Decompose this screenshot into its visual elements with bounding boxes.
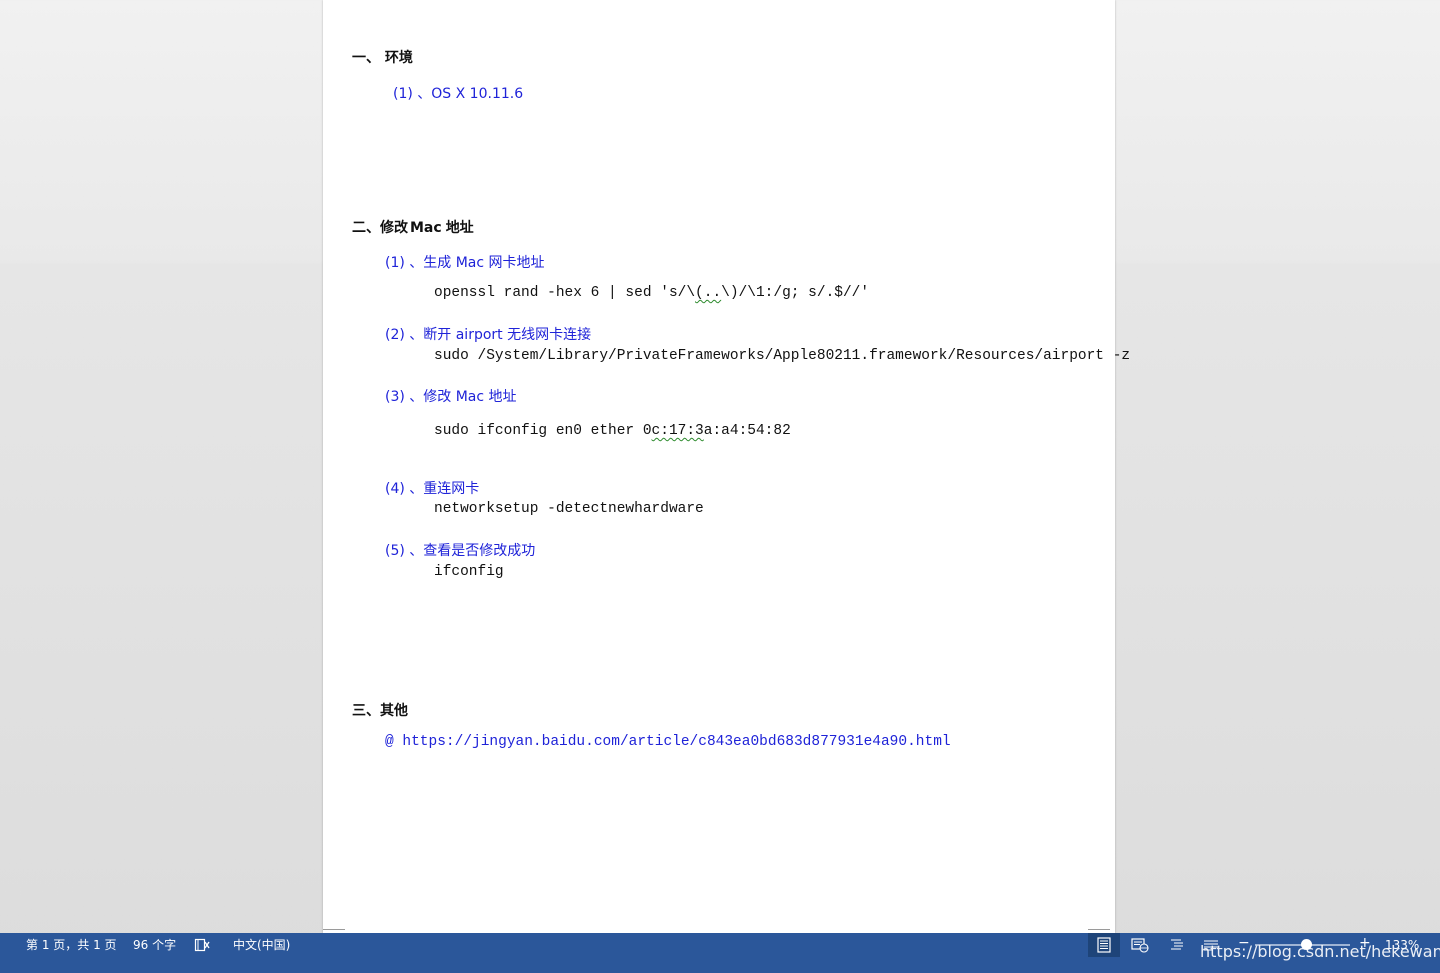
- step3-command: sudo ifconfig en0 ether 0c:17:3a:a4:54:8…: [434, 422, 791, 440]
- step2-title: (2) 、断开 airport 无线网卡连接: [385, 327, 592, 343]
- step4-command: networksetup -detectnewhardware: [434, 501, 704, 517]
- step1-command-part-b: \)/\1:/g; s/.$//': [721, 285, 870, 301]
- word-count[interactable]: 96 个字: [133, 937, 176, 953]
- web-layout-icon: [1131, 938, 1149, 953]
- step3-title: (3) 、修改 Mac 地址: [385, 389, 517, 405]
- heading-mac: Mac: [410, 220, 442, 236]
- step5-command: ifconfig: [434, 564, 504, 580]
- step1-title: (1) 、生成 Mac 网卡地址: [385, 255, 545, 271]
- section-heading-environment: 一、 环境: [352, 50, 413, 66]
- print-layout-view-button[interactable]: [1088, 933, 1120, 957]
- step3-command-part-a: sudo ifconfig en0 ether 0: [434, 423, 652, 439]
- outline-view-button[interactable]: [1169, 937, 1185, 953]
- document-page[interactable]: 一、 环境 (1) 、OS X 10.11.6 二、修改 Mac 地址 (1) 、生…: [323, 0, 1130, 933]
- os-version-line: (1) 、OS X 10.11.6: [393, 86, 524, 102]
- proofing-book-icon[interactable]: [194, 937, 210, 953]
- print-layout-icon: [1097, 937, 1111, 953]
- step3-command-part-b: a:a4:54:82: [703, 423, 791, 439]
- web-layout-view-button[interactable]: [1131, 937, 1149, 953]
- step1-command-part-a: openssl rand -hex 6 | sed 's/\: [434, 285, 696, 301]
- reference-link[interactable]: @ https://jingyan.baidu.com/article/c843…: [385, 733, 951, 751]
- heading-suffix: 地址: [445, 220, 474, 236]
- section-heading-other: 三、其他: [352, 703, 408, 719]
- step4-title: (4) 、重连网卡: [385, 481, 480, 497]
- step2-command: sudo /System/Library/PrivateFrameworks/A…: [434, 348, 1131, 364]
- heading-prefix: 二、修改: [352, 220, 408, 236]
- step5-title: (5) 、查看是否修改成功: [385, 543, 536, 559]
- watermark: https://blog.csdn.net/hekewangzi: [1200, 942, 1440, 961]
- page-count[interactable]: 第 1 页，共 1 页: [26, 937, 117, 953]
- outline-icon: [1171, 939, 1183, 950]
- section-heading-modify-mac: 二、修改 Mac 地址: [352, 219, 474, 237]
- language-indicator[interactable]: 中文(中国): [233, 937, 290, 953]
- spelling-error-mark[interactable]: c:17:3: [652, 423, 704, 439]
- step1-command: openssl rand -hex 6 | sed 's/\(..\)/\1:/…: [434, 284, 869, 302]
- spelling-error-mark[interactable]: (..: [695, 285, 721, 301]
